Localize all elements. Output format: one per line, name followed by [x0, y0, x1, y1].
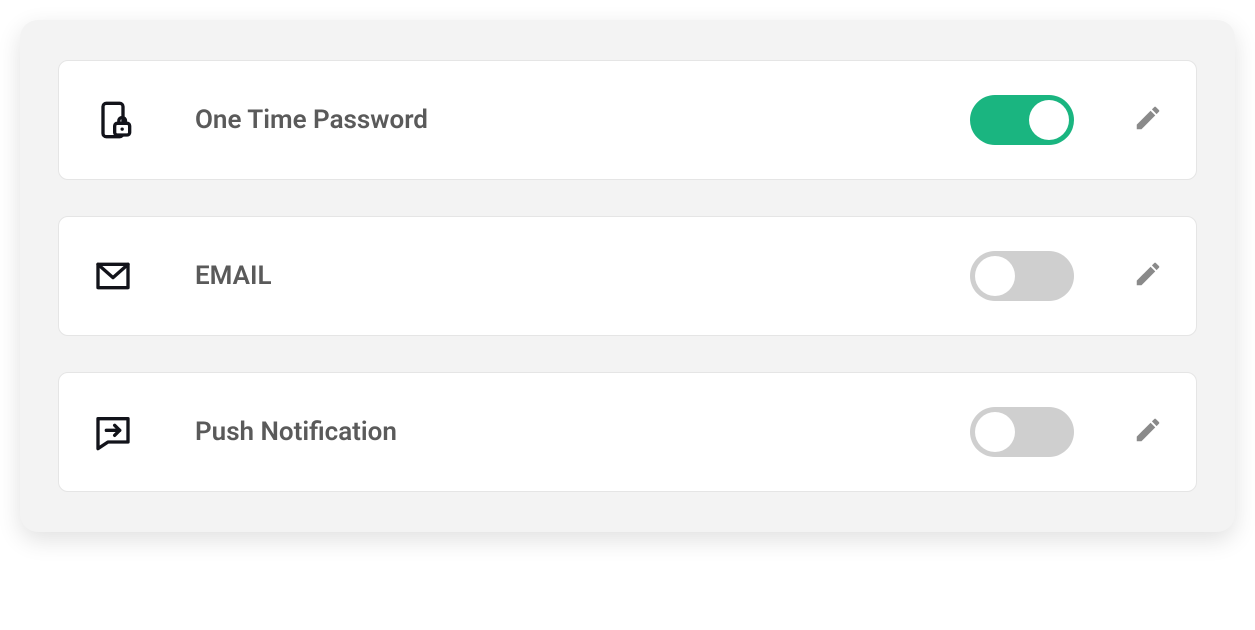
setting-label: One Time Password: [195, 105, 970, 135]
toggle-knob: [975, 256, 1015, 296]
edit-button-push-notification[interactable]: [1132, 416, 1164, 448]
device-lock-icon: [91, 98, 135, 142]
toggle-one-time-password[interactable]: [970, 95, 1074, 145]
toggle-knob: [1029, 100, 1069, 140]
settings-panel: One Time Password EMAIL: [20, 20, 1235, 532]
edit-button-email[interactable]: [1132, 260, 1164, 292]
edit-button-one-time-password[interactable]: [1132, 104, 1164, 136]
setting-row-email: EMAIL: [58, 216, 1197, 336]
toggle-email[interactable]: [970, 251, 1074, 301]
pencil-icon: [1133, 259, 1163, 293]
setting-label: Push Notification: [195, 417, 970, 447]
pencil-icon: [1133, 415, 1163, 449]
toggle-push-notification[interactable]: [970, 407, 1074, 457]
setting-label: EMAIL: [195, 261, 970, 291]
toggle-knob: [975, 412, 1015, 452]
email-icon: [91, 254, 135, 298]
setting-row-push-notification: Push Notification: [58, 372, 1197, 492]
chat-arrow-icon: [91, 410, 135, 454]
setting-row-one-time-password: One Time Password: [58, 60, 1197, 180]
pencil-icon: [1133, 103, 1163, 137]
